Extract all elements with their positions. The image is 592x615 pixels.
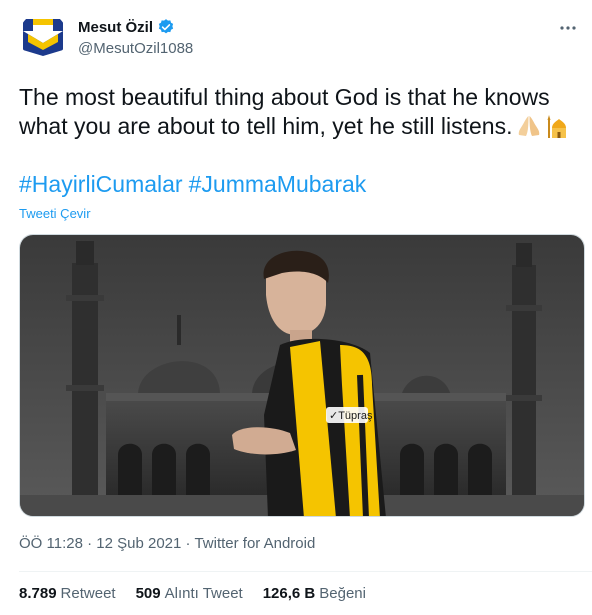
author-name[interactable]: Mesut Özil — [78, 19, 153, 36]
meta-separator: · — [87, 535, 97, 552]
like-count-link[interactable]: 126,6 B Beğeni — [263, 585, 366, 602]
translate-tweet-link[interactable]: Tweeti Çevir — [19, 206, 91, 221]
quote-count: 509 — [135, 585, 161, 602]
hashtag-list: #HayirliCumalar #JummaMubarak — [19, 171, 372, 198]
avatar[interactable] — [19, 12, 67, 60]
retweet-label: Retweet — [60, 585, 116, 602]
retweet-count: 8.789 — [19, 585, 57, 602]
quote-label: Alıntı Tweet — [164, 585, 243, 602]
verified-badge-icon — [158, 19, 174, 34]
tweet-card: Mesut Özil @MesutOzil1088 The most beaut… — [0, 0, 592, 615]
like-label: Beğeni — [319, 585, 366, 602]
tweet-meta: ÖÖ 11:28 · 12 Şub 2021 · Twitter for And… — [19, 535, 315, 552]
tweet-body: The most beautiful thing about God is th… — [19, 84, 550, 139]
svg-text:✓Tüpraş: ✓Tüpraş — [329, 410, 373, 422]
tweet-time[interactable]: ÖÖ 11:28 — [19, 535, 83, 552]
tweet-media-photo[interactable]: ✓Tüpraş — [19, 234, 585, 517]
mosque-photo-illustration: ✓Tüpraş — [20, 235, 584, 516]
hashtag-link[interactable]: #HayirliCumalar — [19, 171, 183, 197]
more-options-icon[interactable] — [556, 16, 580, 40]
logo-avatar-icon — [23, 19, 63, 56]
tweet-stats: 8.789 Retweet 509 Alıntı Tweet 126,6 B Beğe… — [19, 585, 386, 602]
praying-hands-icon — [516, 114, 542, 145]
author-handle[interactable]: @MesutOzil1088 — [78, 40, 193, 57]
divider — [19, 571, 592, 572]
tweet-source[interactable]: Twitter for Android — [194, 535, 315, 552]
tweet-text: The most beautiful thing about God is th… — [19, 83, 579, 145]
hashtag-link[interactable]: #JummaMubarak — [189, 171, 367, 197]
quote-count-link[interactable]: 509 Alıntı Tweet — [136, 585, 243, 602]
retweet-count-link[interactable]: 8.789 Retweet — [19, 585, 116, 602]
tweet-date[interactable]: 12 Şub 2021 — [96, 535, 181, 552]
like-count: 126,6 B — [262, 585, 316, 602]
mosque-icon — [546, 114, 568, 145]
